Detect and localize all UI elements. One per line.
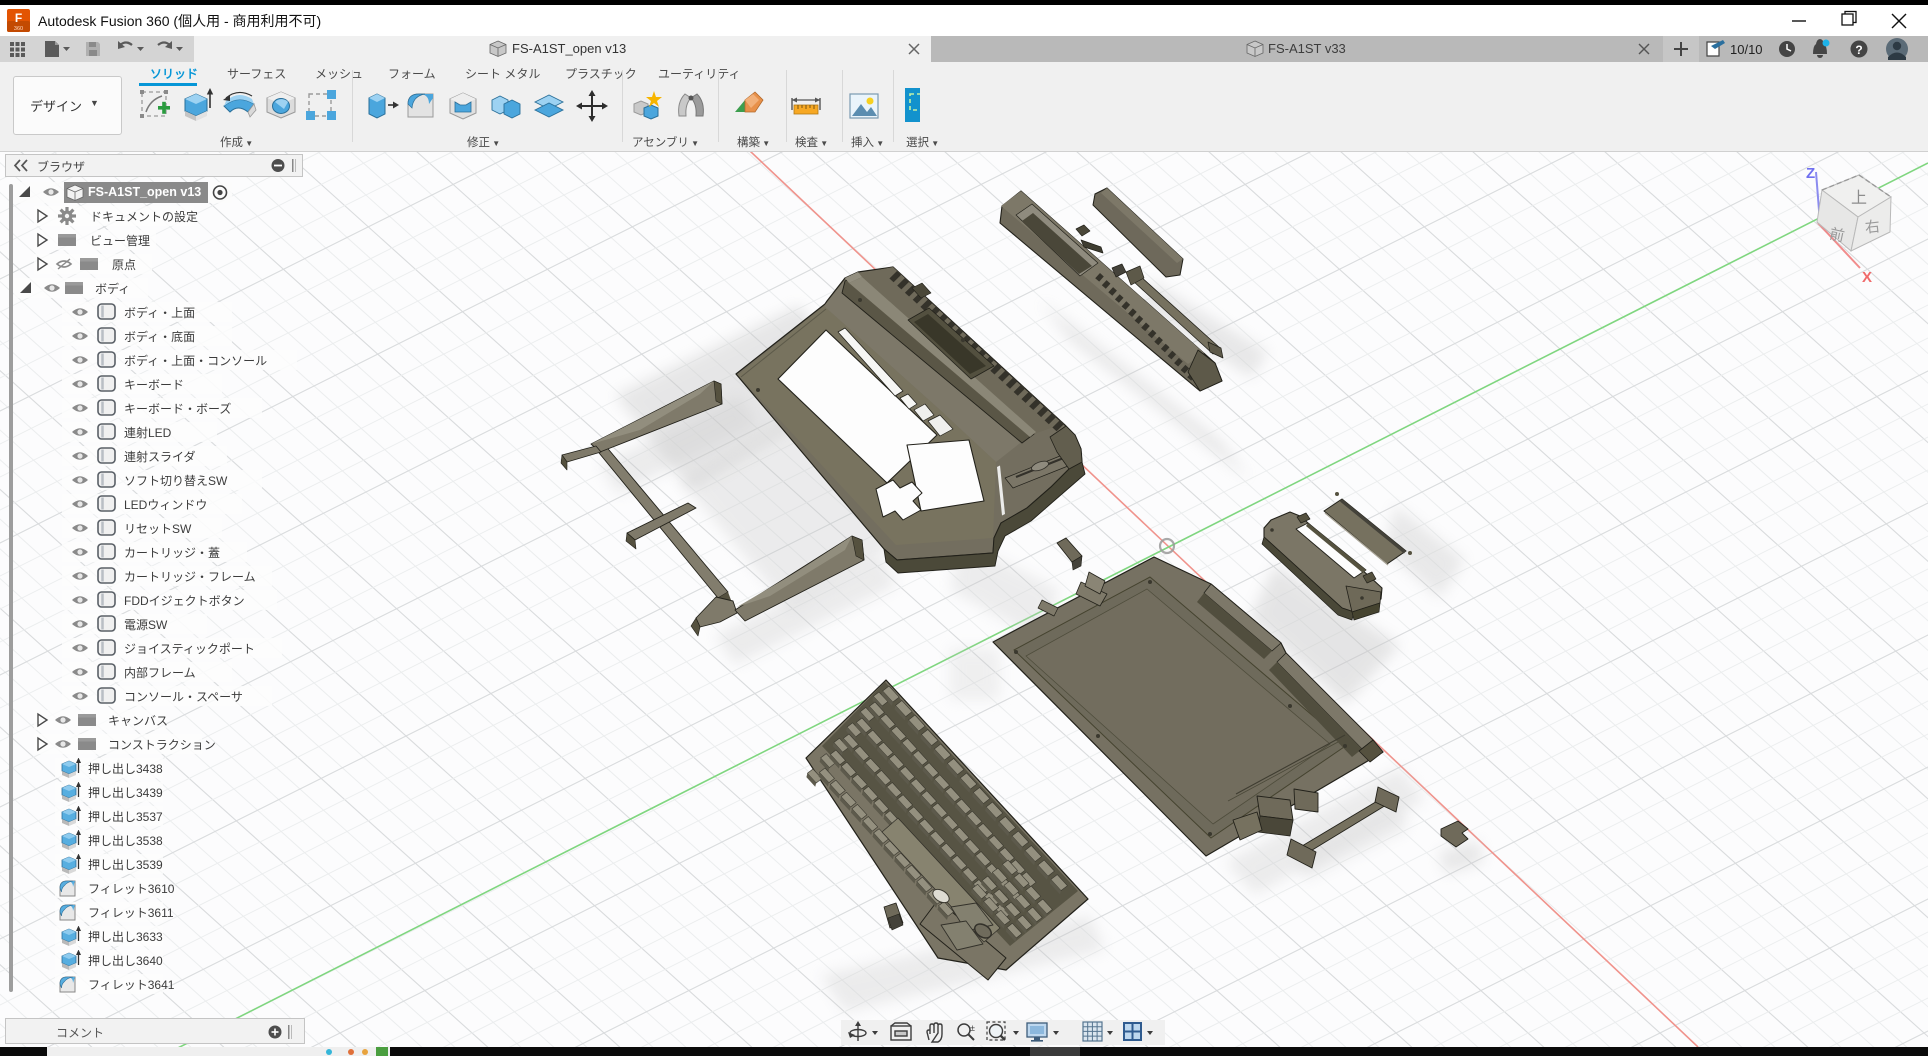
- svg-text:±: ±: [970, 1023, 975, 1033]
- svg-text:360: 360: [14, 26, 23, 32]
- svg-text:?: ?: [1855, 43, 1862, 57]
- svg-text:Z: Z: [1806, 165, 1815, 182]
- svg-text:F: F: [15, 11, 22, 25]
- svg-text:X: X: [1862, 269, 1872, 286]
- svg-text:上: 上: [1851, 189, 1867, 207]
- svg-text:10/10: 10/10: [1730, 42, 1763, 57]
- svg-text:右: 右: [1864, 218, 1881, 236]
